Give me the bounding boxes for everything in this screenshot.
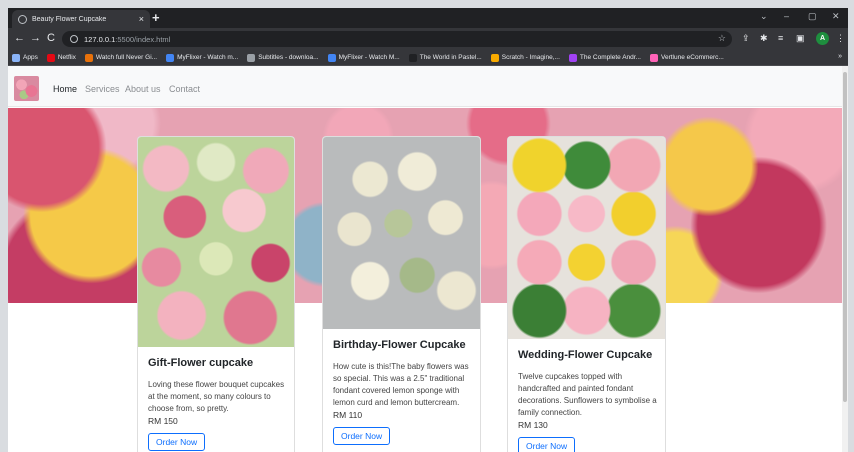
bookmark-label: Subtitles - downloa...: [258, 54, 319, 61]
order-now-button[interactable]: Order Now: [333, 427, 391, 445]
nav-about[interactable]: About us: [125, 84, 161, 94]
media-icon[interactable]: ≡: [778, 33, 783, 43]
bookmark-icon: [12, 53, 20, 62]
bookmark-label: Watch full Never Gi...: [95, 54, 158, 61]
nav-home[interactable]: Home: [53, 84, 77, 94]
minimize-button[interactable]: –: [784, 11, 789, 21]
close-window-button[interactable]: ✕: [832, 11, 840, 22]
bookmark-item[interactable]: MyFlixer - Watch m...: [166, 53, 239, 62]
bookmark-icon: [408, 53, 417, 62]
address-bar-row: ← → C 127.0.0.1:5500/index.html ☆ ⇪ ✱ ≡ …: [8, 28, 848, 50]
back-button[interactable]: ←: [14, 32, 25, 44]
share-icon[interactable]: ⇪: [742, 33, 750, 43]
card-body: Gift-Flower cupcake Loving these flower …: [148, 357, 286, 451]
close-icon[interactable]: ×: [139, 14, 144, 24]
bookmark-icon: [649, 53, 658, 62]
bookmark-icon: [247, 53, 256, 62]
scrollbar-thumb[interactable]: [843, 72, 847, 402]
bookmarks-more-button[interactable]: »: [838, 53, 842, 60]
card-text: Twelve cupcakes topped with handcrafted …: [518, 372, 657, 417]
card-title: Wedding-Flower Cupcake: [518, 349, 653, 361]
page-viewport: Home Services About us Contact Gift-Flow…: [8, 66, 848, 452]
order-now-button[interactable]: Order Now: [518, 437, 576, 452]
bookmark-item[interactable]: Apps: [12, 53, 38, 62]
browser-window: Beauty Flower Cupcake × + ⌄ – ▢ ✕ ← → C …: [8, 8, 848, 452]
extensions-icon[interactable]: ✱: [760, 33, 768, 43]
bookmark-item[interactable]: Watch full Never Gi...: [84, 53, 158, 62]
card-text: How cute is this!The baby flowers was so…: [333, 362, 469, 407]
bookmark-item[interactable]: Subtitles - downloa...: [247, 53, 319, 62]
profile-avatar[interactable]: A: [816, 32, 829, 45]
bookmark-icon: [490, 53, 499, 62]
bookmark-icon: [166, 53, 175, 62]
product-card-gift: Gift-Flower cupcake Loving these flower …: [137, 136, 295, 452]
bookmark-icon: [568, 53, 577, 62]
page-scrollbar[interactable]: [842, 66, 848, 452]
card-price: RM 110: [333, 410, 363, 420]
bookmark-label: MyFlixer - Watch m...: [177, 54, 239, 61]
card-price: RM 130: [518, 420, 548, 430]
product-card-wedding: Wedding-Flower Cupcake Twelve cupcakes t…: [507, 136, 666, 452]
bookmark-item[interactable]: Vertlune eCommerc...: [649, 53, 724, 62]
bookmark-item[interactable]: Netflix: [46, 53, 76, 62]
order-now-button[interactable]: Order Now: [148, 433, 206, 451]
info-icon[interactable]: [70, 35, 78, 43]
url-text: 127.0.0.1:5500/index.html: [84, 34, 171, 44]
forward-button[interactable]: →: [30, 32, 41, 44]
bookmark-item[interactable]: The World in Pastel...: [408, 53, 482, 62]
bookmark-item[interactable]: MyFlixer - Watch M...: [327, 53, 400, 62]
menu-icon[interactable]: ⋮: [836, 33, 845, 43]
maximize-button[interactable]: ▢: [808, 11, 817, 22]
chevron-down-icon[interactable]: ⌄: [760, 11, 768, 22]
tab-title: Beauty Flower Cupcake: [32, 15, 107, 23]
card-body: Wedding-Flower Cupcake Twelve cupcakes t…: [518, 349, 657, 452]
site-navbar: Home Services About us Contact: [8, 66, 842, 107]
bookmarks-bar: Apps Netflix Watch full Never Gi... MyFlixe…: [8, 50, 848, 66]
bookmark-label: Scratch - Imagine,...: [501, 54, 560, 61]
product-card-birthday: Birthday-Flower Cupcake How cute is this…: [322, 136, 481, 452]
bookmark-icon: [327, 53, 336, 62]
card-image: [323, 137, 480, 329]
globe-icon: [18, 14, 27, 24]
nav-services[interactable]: Services: [85, 84, 120, 94]
nav-contact[interactable]: Contact: [169, 84, 200, 94]
bookmark-icon: [84, 53, 93, 62]
tab-strip: Beauty Flower Cupcake × + ⌄ – ▢ ✕: [8, 8, 848, 28]
reload-button[interactable]: C: [47, 32, 55, 44]
card-title: Gift-Flower cupcake: [148, 357, 254, 369]
card-price: RM 150: [148, 416, 178, 426]
card-body: Birthday-Flower Cupcake How cute is this…: [333, 339, 472, 445]
bookmark-label: Apps: [23, 54, 38, 61]
bookmark-label: Netflix: [57, 54, 76, 61]
bookmark-item[interactable]: The Complete Andr...: [568, 53, 641, 62]
bookmark-item[interactable]: Scratch - Imagine,...: [490, 53, 560, 62]
star-icon[interactable]: ☆: [718, 33, 726, 44]
card-image: [138, 137, 294, 347]
bookmark-label: MyFlixer - Watch M...: [338, 54, 400, 61]
bookmark-label: Vertlune eCommerc...: [660, 54, 724, 61]
new-tab-button[interactable]: +: [152, 11, 160, 25]
site-logo[interactable]: [14, 76, 39, 101]
card-text: Loving these flower bouquet cupcakes at …: [148, 380, 285, 413]
card-image: [508, 137, 665, 339]
bookmark-label: The Complete Andr...: [579, 54, 641, 61]
bookmark-icon: [46, 53, 55, 62]
bookmark-label: The World in Pastel...: [419, 54, 482, 61]
card-title: Birthday-Flower Cupcake: [333, 339, 466, 351]
url-input[interactable]: 127.0.0.1:5500/index.html ☆: [62, 31, 732, 47]
browser-tab[interactable]: Beauty Flower Cupcake ×: [12, 10, 150, 28]
sidepanel-icon[interactable]: ▣: [796, 33, 805, 43]
